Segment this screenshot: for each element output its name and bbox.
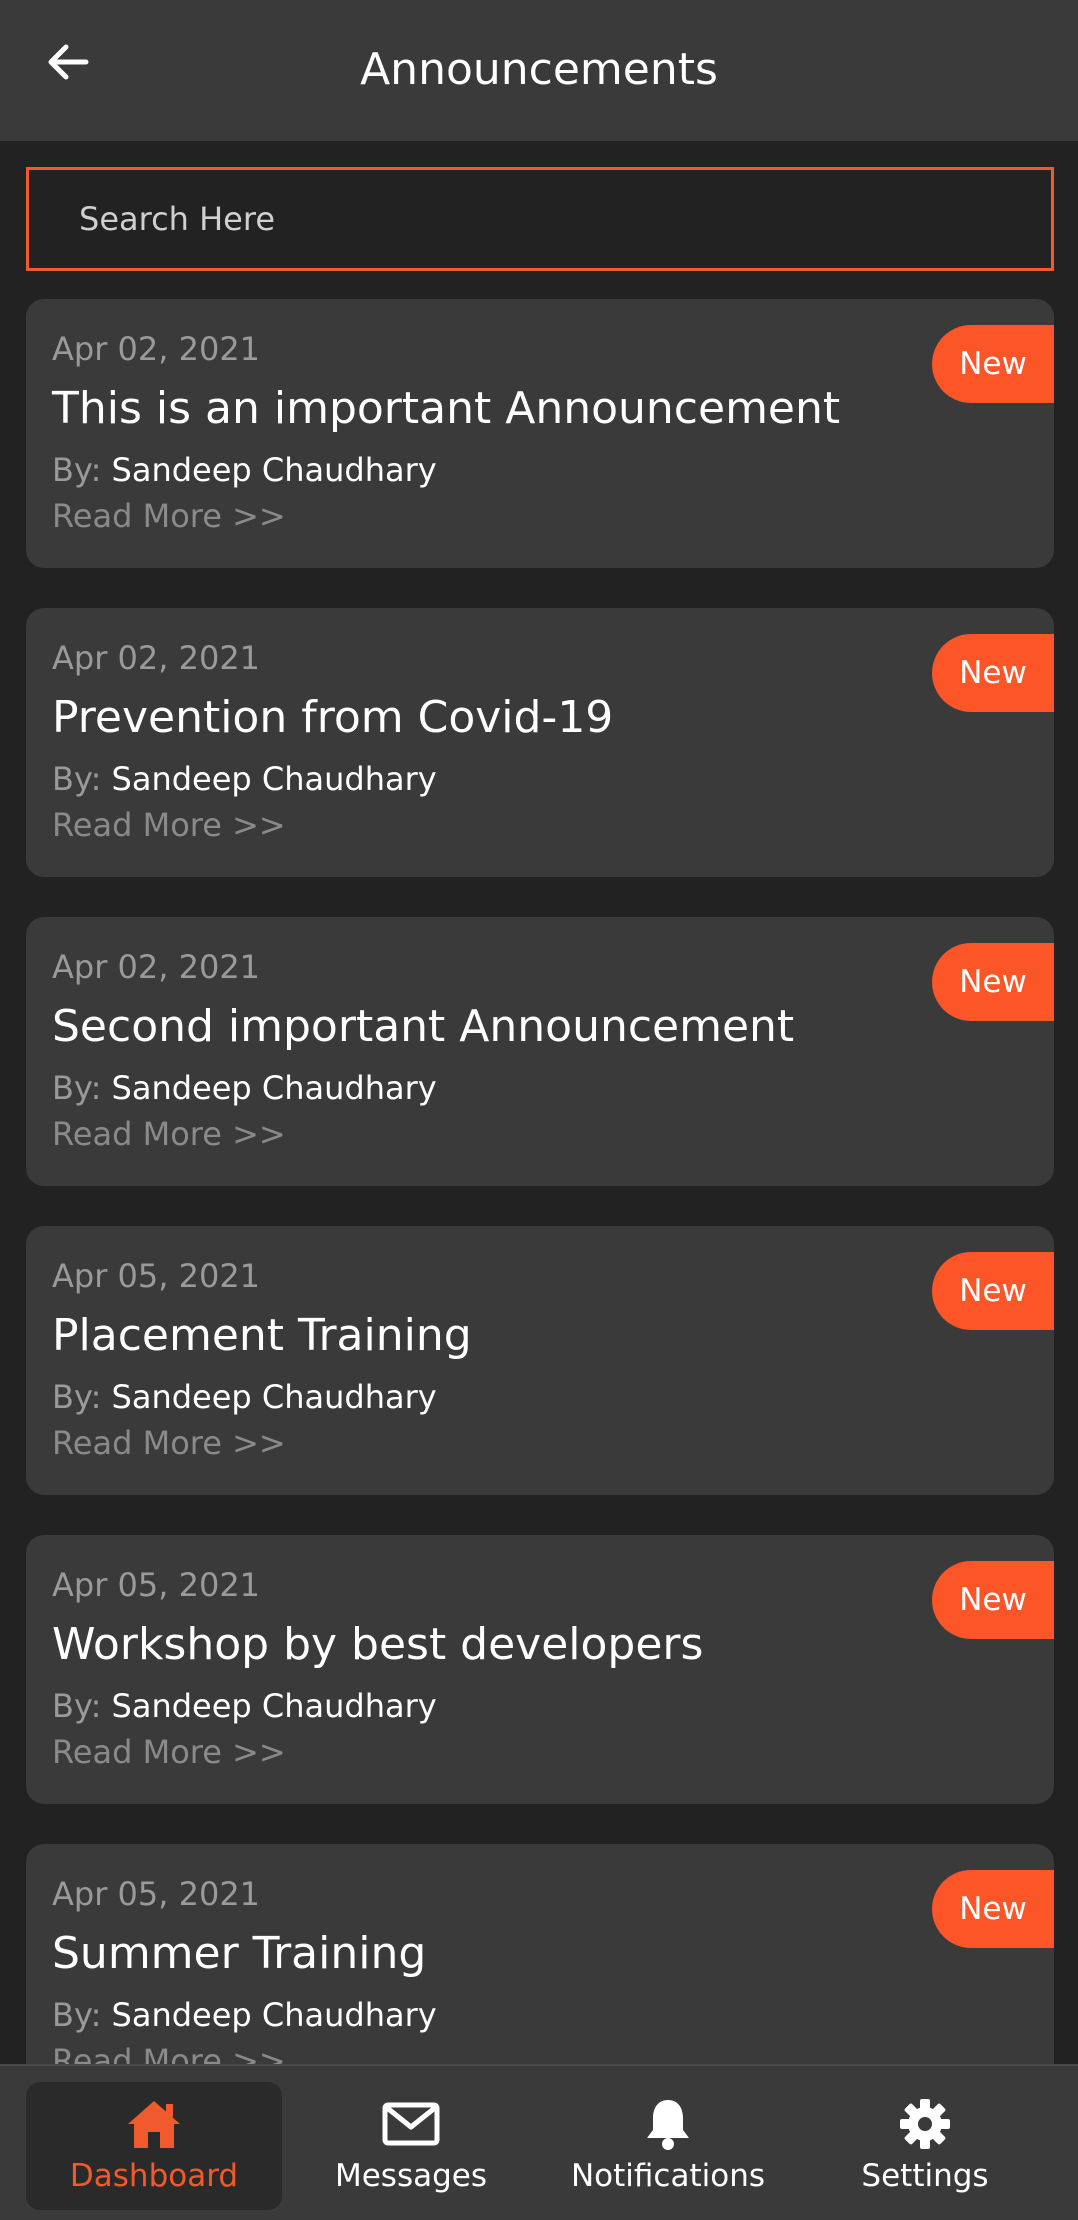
gear-icon	[898, 2096, 952, 2152]
author-name: Sandeep Chaudhary	[111, 1378, 437, 1416]
announcement-date: Apr 02, 2021	[52, 639, 261, 677]
author-label: By:	[52, 1378, 102, 1416]
announcement-card[interactable]: Apr 02, 2021 This is an important Announ…	[26, 299, 1054, 568]
announcement-author: By: Sandeep Chaudhary	[52, 1376, 437, 1418]
author-name: Sandeep Chaudhary	[111, 1996, 437, 2034]
announcement-date: Apr 05, 2021	[52, 1875, 261, 1913]
nav-messages[interactable]: Messages	[283, 2082, 539, 2210]
author-name: Sandeep Chaudhary	[111, 451, 437, 489]
announcement-title: This is an important Announcement	[52, 383, 841, 434]
author-label: By:	[52, 1687, 102, 1725]
read-more-link[interactable]: Read More >>	[52, 2040, 286, 2064]
author-label: By:	[52, 1996, 102, 2034]
announcement-date: Apr 02, 2021	[52, 330, 261, 368]
announcement-date: Apr 05, 2021	[52, 1566, 261, 1604]
announcement-card[interactable]: Apr 05, 2021 Workshop by best developers…	[26, 1535, 1054, 1804]
search-input[interactable]	[29, 170, 1051, 268]
author-label: By:	[52, 760, 102, 798]
author-name: Sandeep Chaudhary	[111, 760, 437, 798]
author-name: Sandeep Chaudhary	[111, 1687, 437, 1725]
nav-label: Dashboard	[69, 2158, 239, 2194]
new-badge: New	[932, 943, 1054, 1021]
author-label: By:	[52, 451, 102, 489]
read-more-link[interactable]: Read More >>	[52, 495, 286, 537]
author-label: By:	[52, 1069, 102, 1107]
nav-label: Settings	[861, 2158, 989, 2194]
announcement-title: Summer Training	[52, 1928, 427, 1979]
home-icon	[126, 2096, 182, 2152]
search-box[interactable]	[26, 167, 1054, 271]
announcement-title: Second important Announcement	[52, 1001, 795, 1052]
envelope-icon	[382, 2096, 440, 2152]
announcement-title: Placement Training	[52, 1310, 472, 1361]
nav-settings[interactable]: Settings	[797, 2082, 1053, 2210]
read-more-link[interactable]: Read More >>	[52, 1422, 286, 1464]
announcement-list[interactable]: Apr 02, 2021 This is an important Announ…	[0, 299, 1078, 2064]
announcement-card[interactable]: Apr 05, 2021 Placement Training By: Sand…	[26, 1226, 1054, 1495]
announcement-title: Prevention from Covid-19	[52, 692, 614, 743]
announcement-card[interactable]: Apr 02, 2021 Second important Announceme…	[26, 917, 1054, 1186]
new-badge: New	[932, 325, 1054, 403]
read-more-link[interactable]: Read More >>	[52, 804, 286, 846]
announcements-screen: Announcements Apr 02, 2021 This is an im…	[0, 0, 1078, 2220]
read-more-link[interactable]: Read More >>	[52, 1113, 286, 1155]
new-badge: New	[932, 1561, 1054, 1639]
announcement-title: Workshop by best developers	[52, 1619, 704, 1670]
new-badge: New	[932, 634, 1054, 712]
announcement-author: By: Sandeep Chaudhary	[52, 1067, 437, 1109]
announcement-date: Apr 05, 2021	[52, 1257, 261, 1295]
announcement-author: By: Sandeep Chaudhary	[52, 1685, 437, 1727]
page-title: Announcements	[360, 44, 718, 95]
announcement-card[interactable]: Apr 02, 2021 Prevention from Covid-19 By…	[26, 608, 1054, 877]
nav-notifications[interactable]: Notifications	[540, 2082, 796, 2210]
announcement-author: By: Sandeep Chaudhary	[52, 1994, 437, 2036]
app-bar: Announcements	[0, 0, 1078, 141]
announcement-author: By: Sandeep Chaudhary	[52, 449, 437, 491]
new-badge: New	[932, 1870, 1054, 1948]
announcement-date: Apr 02, 2021	[52, 948, 261, 986]
bottom-navigation: Dashboard Messages Notifications Setting…	[0, 2064, 1078, 2220]
read-more-link[interactable]: Read More >>	[52, 1731, 286, 1773]
nav-label: Notifications	[570, 2158, 766, 2194]
nav-dashboard[interactable]: Dashboard	[26, 2082, 282, 2210]
new-badge: New	[932, 1252, 1054, 1330]
announcement-card[interactable]: Apr 05, 2021 Summer Training By: Sandeep…	[26, 1844, 1054, 2064]
bell-icon	[644, 2096, 692, 2152]
nav-label: Messages	[334, 2158, 488, 2194]
announcement-author: By: Sandeep Chaudhary	[52, 758, 437, 800]
author-name: Sandeep Chaudhary	[111, 1069, 437, 1107]
